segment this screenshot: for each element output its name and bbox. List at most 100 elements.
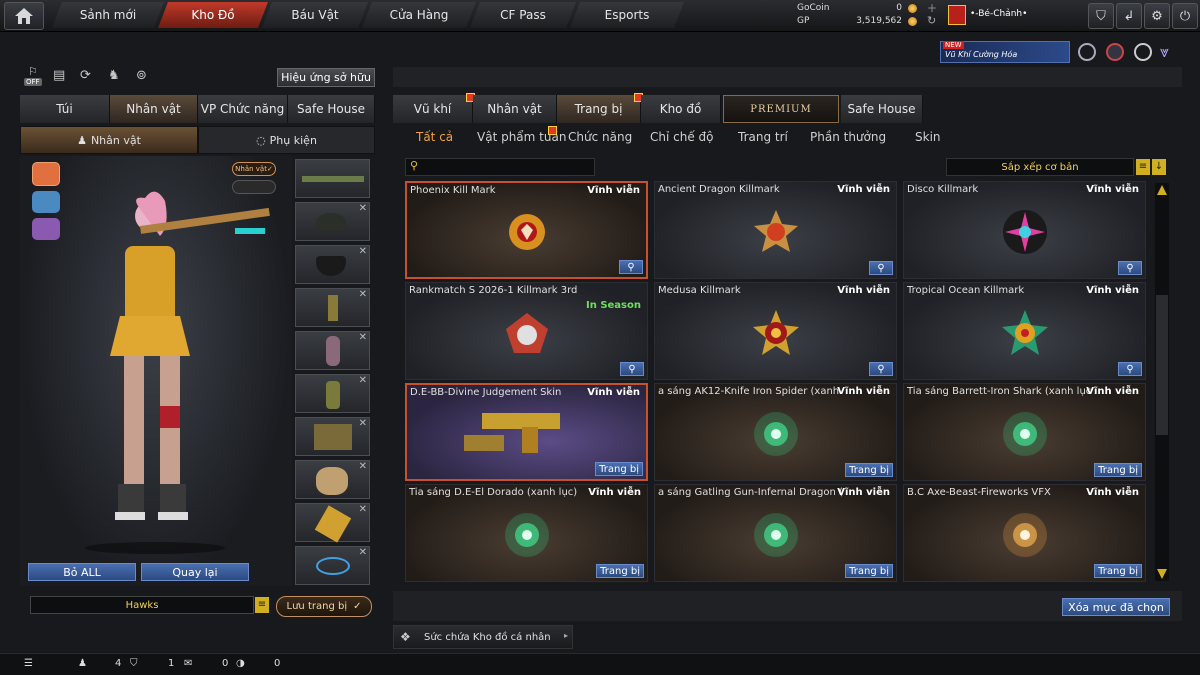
scroll-thumb[interactable]	[1156, 295, 1168, 435]
slot-helmet[interactable]: ✕	[295, 202, 370, 241]
promo-banner[interactable]: NEW Vũ Khí Cường Hóa	[940, 41, 1070, 63]
effect-toggle[interactable]: OFF ⚐	[24, 65, 46, 87]
remove-icon[interactable]: ✕	[359, 375, 367, 386]
item-card[interactable]: Ancient Dragon Killmark Vĩnh viễn ⚲	[654, 181, 897, 279]
back-button[interactable]: Quay lại	[141, 563, 249, 581]
slot-blade[interactable]: ✕	[295, 503, 370, 543]
equip-button[interactable]: Trang bị	[595, 462, 643, 476]
clan-icon[interactable]: ⛉	[130, 658, 138, 669]
event-icon-1[interactable]	[1078, 43, 1096, 61]
pose-3-icon[interactable]	[32, 218, 60, 240]
equip-button[interactable]: Trang bị	[596, 564, 644, 578]
home-button[interactable]	[4, 2, 44, 30]
category-decoration[interactable]: Trang trí	[738, 130, 788, 144]
rotate-icon[interactable]: ⟳	[80, 68, 100, 86]
item-card[interactable]: a sáng Gatling Gun-Infernal Dragon (xanh…	[654, 484, 897, 582]
category-reward[interactable]: Phần thưởng	[810, 130, 886, 144]
item-card[interactable]: Tia sáng D.E-El Dorado (xanh lục) Vĩnh v…	[405, 484, 648, 582]
search-input[interactable]	[426, 160, 591, 174]
subtab-character[interactable]: ♟ Nhân vật	[20, 126, 198, 154]
remove-icon[interactable]: ✕	[359, 203, 367, 214]
inspect-button[interactable]: ⚲	[869, 261, 893, 275]
equip-button[interactable]: Trang bị	[845, 463, 893, 477]
tab-storage[interactable]: Kho đồ	[641, 95, 721, 123]
sort-menu-icon[interactable]: ≡	[1136, 159, 1150, 175]
item-card[interactable]: Tropical Ocean Killmark Vĩnh viễn ⚲	[903, 282, 1146, 380]
slot-grenade[interactable]: ✕	[295, 374, 370, 413]
slot-weapon[interactable]	[295, 159, 370, 198]
refresh-icon[interactable]: ↻	[927, 14, 936, 27]
exit-room-button[interactable]: ↲	[1116, 3, 1142, 29]
inspect-button[interactable]: ⚲	[869, 362, 893, 376]
inspect-button[interactable]: ⚲	[1118, 261, 1142, 275]
category-all[interactable]: Tất cả	[416, 130, 453, 144]
remove-all-button[interactable]: Bỏ ALL	[28, 563, 136, 581]
equip-button[interactable]: Trang bị	[1094, 463, 1142, 477]
tab-cfpass[interactable]: CF Pass	[470, 2, 576, 28]
remove-icon[interactable]: ✕	[359, 461, 367, 472]
remove-icon[interactable]: ✕	[359, 332, 367, 343]
mouse-icon[interactable]: ⊚	[136, 68, 156, 86]
shield-button[interactable]: ⛉	[1088, 3, 1114, 29]
tab-shop[interactable]: Cửa Hàng	[362, 2, 476, 28]
remove-icon[interactable]: ✕	[359, 418, 367, 429]
category-mode-only[interactable]: Chỉ chế độ	[650, 130, 714, 144]
sort-direction-icon[interactable]: ↓	[1152, 159, 1166, 175]
remove-icon[interactable]: ✕	[359, 504, 367, 515]
settings-button[interactable]: ⚙	[1144, 3, 1170, 29]
remove-icon[interactable]: ✕	[359, 289, 367, 300]
character-preview[interactable]: Nhân vật ✓	[20, 156, 292, 586]
preset-menu-icon[interactable]: ≡	[255, 597, 269, 613]
remove-icon[interactable]: ✕	[359, 547, 367, 558]
hidden-badge[interactable]	[232, 180, 276, 194]
tab-character[interactable]: Nhân vật	[110, 95, 198, 123]
subtab-accessory[interactable]: ◌ Phụ kiện	[198, 126, 375, 154]
tab-treasure[interactable]: Báu Vật	[262, 2, 368, 28]
tab-esports[interactable]: Esports	[570, 2, 684, 28]
clear-selected-button[interactable]: Xóa mục đã chọn	[1062, 598, 1170, 616]
add-gocoin-icon[interactable]: +	[927, 1, 937, 15]
pose-2-icon[interactable]	[32, 191, 60, 213]
menu-icon[interactable]: ☰	[24, 658, 33, 669]
character-badge[interactable]: Nhân vật ✓	[232, 162, 276, 176]
tab-inventory[interactable]: Kho Đồ	[158, 2, 268, 28]
tab-lobby[interactable]: Sảnh mới	[52, 2, 164, 28]
pose-1-icon[interactable]	[32, 162, 60, 186]
tab-weapons[interactable]: Vũ khí	[393, 93, 475, 123]
tab-bag[interactable]: Túi	[20, 95, 110, 123]
owned-effects-button[interactable]: Hiệu ứng sở hữu	[277, 68, 375, 87]
tab-characters[interactable]: Nhân vật	[473, 95, 557, 123]
friends-icon[interactable]: ♟	[78, 658, 87, 669]
inspect-button[interactable]: ⚲	[620, 362, 644, 376]
item-card[interactable]: Phoenix Kill Mark Vĩnh viễn ⚲	[405, 181, 648, 279]
save-loadout-button[interactable]: Lưu trang bị ✓	[276, 596, 372, 617]
tab-safe-house-left[interactable]: Safe House	[288, 95, 375, 123]
tab-vp-function[interactable]: VP Chức năng	[198, 95, 288, 123]
event-icon-2[interactable]	[1106, 43, 1124, 61]
event-icon-4[interactable]: ⩔	[1160, 43, 1180, 61]
event-icon-3[interactable]	[1134, 43, 1152, 61]
item-card[interactable]: B.C Axe-Beast-Fireworks VFX Vĩnh viễn Tr…	[903, 484, 1146, 582]
category-function[interactable]: Chức năng	[568, 130, 632, 144]
tab-safe-house[interactable]: Safe House	[841, 95, 923, 123]
chat-icon[interactable]: ✉	[184, 658, 192, 669]
power-button[interactable]: ⏻	[1172, 3, 1198, 29]
item-card[interactable]: Rankmatch S 2026-1 Killmark 3rd In Seaso…	[405, 282, 648, 380]
sort-dropdown[interactable]: Sắp xếp cơ bản	[946, 158, 1134, 176]
item-list-scrollbar[interactable]	[1155, 183, 1169, 581]
inspect-button[interactable]: ⚲	[1118, 362, 1142, 376]
preset-name-field[interactable]: Hawks	[30, 596, 254, 614]
search-field[interactable]: ⚲	[405, 158, 595, 176]
item-card[interactable]: D.E-BB-Divine Judgement Skin Vĩnh viễn T…	[405, 383, 648, 481]
item-card[interactable]: a sáng AK12-Knife Iron Spider (xanh lục)…	[654, 383, 897, 481]
equip-button[interactable]: Trang bị	[845, 564, 893, 578]
stats-icon[interactable]: ▤	[53, 68, 73, 86]
slot-knife[interactable]: ✕	[295, 460, 370, 499]
tab-premium[interactable]: PREMIUM	[723, 95, 839, 123]
username[interactable]: •-Bé-Chảnh•	[970, 9, 1027, 19]
slot-mask[interactable]: ✕	[295, 245, 370, 284]
slot-charm[interactable]: ✕	[295, 331, 370, 370]
equip-button[interactable]: Trang bị	[1094, 564, 1142, 578]
tab-equipment[interactable]: Trang bị	[557, 93, 643, 123]
item-card[interactable]: Medusa Killmark Vĩnh viễn ⚲	[654, 282, 897, 380]
